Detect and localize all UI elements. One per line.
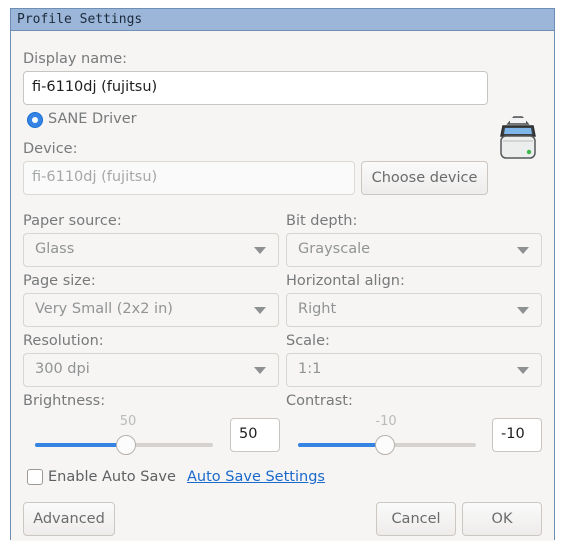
page-size-value: Very Small (2x2 in) bbox=[35, 301, 173, 317]
bit-depth-value: Grayscale bbox=[298, 241, 371, 257]
brightness-slider[interactable] bbox=[35, 435, 213, 455]
enable-auto-save-checkbox[interactable] bbox=[27, 469, 43, 485]
brightness-label: Brightness: bbox=[23, 393, 106, 409]
display-name-input[interactable]: fi-6110dj (fujitsu) bbox=[23, 71, 488, 105]
resolution-label: Resolution: bbox=[23, 333, 104, 349]
contrast-label: Contrast: bbox=[286, 393, 353, 409]
choose-device-button[interactable]: Choose device bbox=[361, 161, 488, 195]
bit-depth-label: Bit depth: bbox=[286, 213, 358, 229]
device-input: fi-6110dj (fujitsu) bbox=[23, 161, 355, 195]
auto-save-settings-link[interactable]: Auto Save Settings bbox=[187, 469, 325, 485]
scale-select[interactable]: 1:1 bbox=[286, 353, 542, 387]
chevron-down-icon bbox=[517, 247, 529, 254]
chevron-down-icon bbox=[517, 307, 529, 314]
resolution-value: 300 dpi bbox=[35, 361, 90, 377]
chevron-down-icon bbox=[254, 247, 266, 254]
cancel-button[interactable]: Cancel bbox=[376, 502, 456, 536]
brightness-slider-handle[interactable] bbox=[115, 435, 136, 455]
brightness-spin-input[interactable]: 50 bbox=[230, 418, 280, 452]
scanner-icon bbox=[500, 116, 536, 159]
paper-source-value: Glass bbox=[35, 241, 75, 257]
chevron-down-icon bbox=[254, 367, 266, 374]
page-size-select[interactable]: Very Small (2x2 in) bbox=[23, 293, 279, 327]
chevron-down-icon bbox=[254, 307, 266, 314]
sane-driver-label: SANE Driver bbox=[48, 111, 137, 127]
advanced-button[interactable]: Advanced bbox=[23, 502, 115, 536]
horizontal-align-select[interactable]: Right bbox=[286, 293, 542, 327]
enable-auto-save-label: Enable Auto Save bbox=[48, 469, 176, 485]
brightness-value-text: 50 bbox=[119, 414, 137, 429]
window-title: Profile Settings bbox=[11, 9, 554, 31]
contrast-slider[interactable] bbox=[298, 435, 476, 455]
dialog-content: Display name: fi-6110dj (fujitsu) SANE D… bbox=[11, 32, 554, 541]
ok-button[interactable]: OK bbox=[462, 502, 542, 536]
bit-depth-select[interactable]: Grayscale bbox=[286, 233, 542, 267]
contrast-slider-handle[interactable] bbox=[375, 435, 396, 455]
display-name-label: Display name: bbox=[23, 51, 128, 67]
contrast-spin-input[interactable]: -10 bbox=[492, 418, 542, 452]
resolution-select[interactable]: 300 dpi bbox=[23, 353, 279, 387]
chevron-down-icon bbox=[517, 367, 529, 374]
sane-driver-radio[interactable] bbox=[27, 112, 43, 128]
scale-value: 1:1 bbox=[298, 361, 322, 377]
paper-source-label: Paper source: bbox=[23, 213, 122, 229]
contrast-value-text: -10 bbox=[375, 414, 397, 429]
page-size-label: Page size: bbox=[23, 273, 96, 289]
contrast-slider-fill bbox=[298, 443, 386, 447]
brightness-slider-fill bbox=[35, 443, 126, 447]
horizontal-align-value: Right bbox=[298, 301, 337, 317]
device-label: Device: bbox=[23, 141, 78, 157]
horizontal-align-label: Horizontal align: bbox=[286, 273, 405, 289]
profile-settings-dialog: Profile Settings Display name: fi-6110dj… bbox=[10, 8, 555, 541]
paper-source-select[interactable]: Glass bbox=[23, 233, 279, 267]
scale-label: Scale: bbox=[286, 333, 330, 349]
